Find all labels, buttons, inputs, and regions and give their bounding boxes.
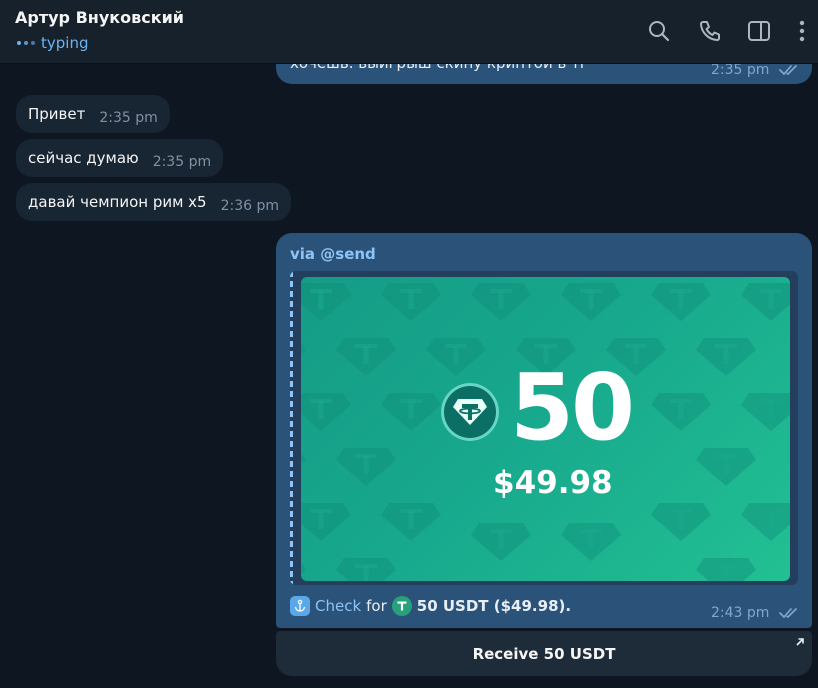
- incoming-message[interactable]: сейчас думаю 2:35 pm: [16, 139, 224, 177]
- check-usd-value: $49.98: [493, 465, 613, 501]
- search-icon[interactable]: [646, 18, 672, 44]
- check-amount: 50: [510, 354, 635, 461]
- message-time: 2:43 pm: [711, 605, 770, 621]
- anchor-icon: [290, 596, 310, 616]
- receive-usdt-button[interactable]: Receive 50 USDT: [276, 631, 812, 676]
- bot-message[interactable]: via @send 50 $49.98 Check for 50 USDT ($…: [276, 233, 812, 628]
- message-caption: Check for 50 USDT ($49.98).: [290, 596, 571, 616]
- typing-status: typing: [17, 34, 88, 52]
- sidebar-toggle-icon[interactable]: [746, 18, 772, 44]
- chat-header: Артур Внуковский typing: [0, 0, 818, 64]
- message-time: 2:35 pm: [152, 154, 212, 170]
- check-link[interactable]: Check: [315, 597, 361, 615]
- external-link-arrow-icon: [796, 638, 804, 646]
- incoming-message[interactable]: Привет 2:35 pm: [16, 95, 170, 133]
- message-text: давай чемпион рим x5: [28, 193, 207, 211]
- caption-amount: 50 USDT ($49.98).: [416, 597, 572, 615]
- message-text: Привет: [28, 105, 86, 123]
- phone-icon[interactable]: [697, 18, 723, 44]
- message-time: 2:35 pm: [711, 62, 770, 78]
- usdt-icon: [391, 596, 412, 616]
- more-icon[interactable]: [789, 18, 815, 44]
- check-card-image[interactable]: 50 $49.98: [301, 277, 790, 581]
- message-time: 2:35 pm: [99, 110, 158, 126]
- double-check-icon: [779, 65, 798, 76]
- chat-title[interactable]: Артур Внуковский: [15, 8, 184, 27]
- double-check-icon: [779, 608, 798, 619]
- button-label: Receive 50 USDT: [472, 644, 616, 663]
- typing-dots-icon: [17, 41, 35, 45]
- link-preview[interactable]: 50 $49.98: [290, 271, 798, 585]
- incoming-message[interactable]: давай чемпион рим x5 2:36 pm: [16, 183, 292, 221]
- usdt-coin-icon: [441, 383, 499, 441]
- message-text: сейчас думаю: [28, 149, 139, 167]
- caption-for: for: [366, 597, 387, 615]
- status-text: typing: [41, 34, 89, 52]
- via-bot-label[interactable]: via @send: [290, 245, 376, 263]
- message-time: 2:36 pm: [220, 198, 280, 214]
- preview-stripe: [290, 271, 293, 585]
